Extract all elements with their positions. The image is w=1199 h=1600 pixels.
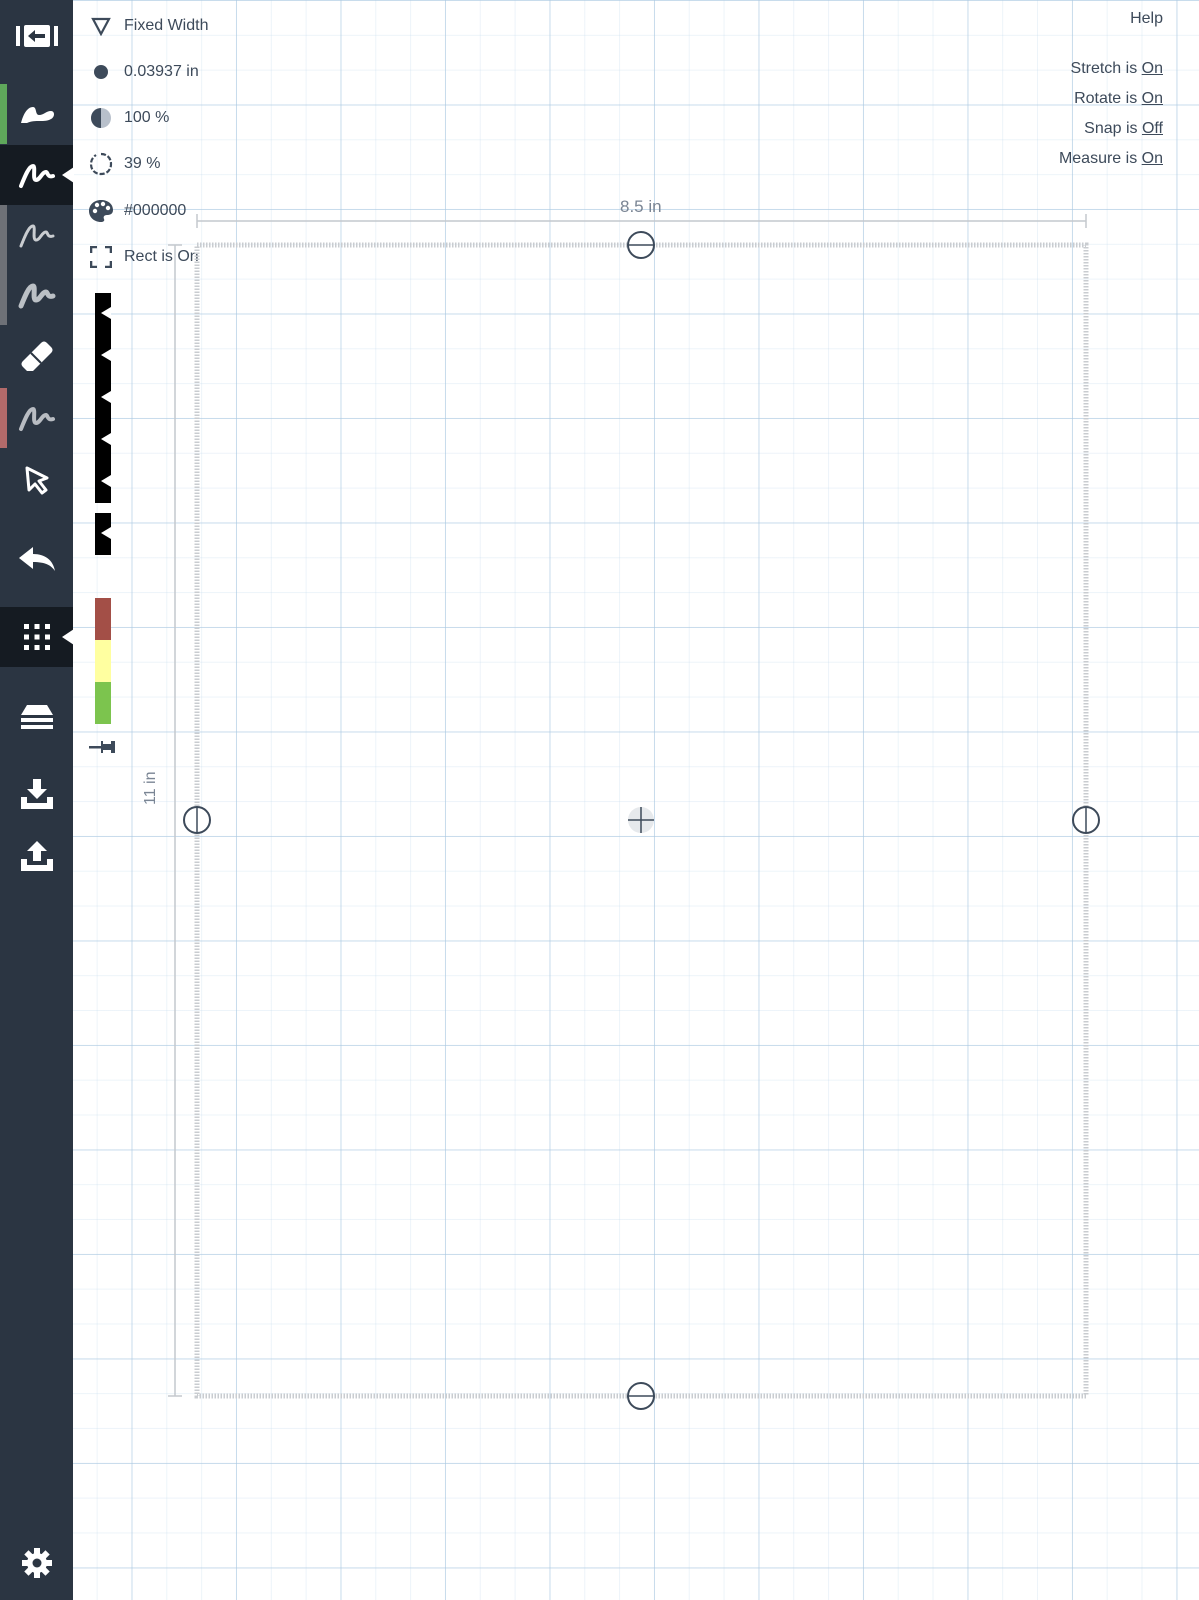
snap-toggle[interactable]: Snap is Off [1059,114,1163,144]
height-measure-line [168,244,182,1397]
color-swatch[interactable] [95,598,111,640]
color-hex-label: #000000 [124,202,187,219]
opacity-option[interactable]: 100 % [88,104,169,132]
grid-dots-icon [23,624,50,650]
rotate-label: Rotate is [1074,90,1142,107]
measure-toggle[interactable]: Measure is On [1059,144,1163,174]
marker-tool-icon [18,283,55,309]
stroke-width-option[interactable]: 0.03937 in [88,58,199,86]
color-option[interactable]: #000000 [88,197,186,225]
palette-icon [89,200,113,222]
brush-tool-button[interactable] [0,84,73,144]
size-preset-5[interactable] [95,461,111,503]
stretch-label: Stretch is [1070,60,1142,77]
measure-value[interactable]: On [1142,150,1163,167]
layers-icon [20,705,53,729]
bottom-resize-handle[interactable] [627,1382,655,1410]
pushpin-icon [89,741,115,753]
select-tool-button[interactable] [0,450,73,510]
undo-icon [18,547,55,571]
size-preset-6[interactable] [95,513,111,555]
top-resize-handle[interactable] [627,231,655,259]
right-resize-handle[interactable] [1072,806,1100,834]
pencil-tool-button[interactable] [0,205,73,265]
stretch-toggle[interactable]: Stretch is On [1059,54,1163,84]
download-icon [20,779,53,809]
snap-label: Snap is [1084,120,1142,137]
brush-stroke-icon [20,107,54,123]
undo-button[interactable] [0,530,73,590]
pen-tool-button[interactable] [0,145,74,205]
marker-tool-button[interactable] [0,265,73,325]
select-arrow-icon [25,466,48,495]
upload-icon [20,841,53,871]
page-canvas [168,214,1100,1410]
page-width-label: 8.5 in [620,197,662,216]
snap-value[interactable]: Off [1142,120,1163,137]
exit-icon [15,25,58,47]
width-mode-label: Fixed Width [124,17,209,34]
settings-gear-icon [21,1548,52,1578]
highlighter-tool-button[interactable] [0,388,73,448]
download-button[interactable] [0,764,73,824]
help-link[interactable]: Help [1059,10,1163,28]
pin-button[interactable] [89,738,119,761]
triangle-outline-icon [91,17,111,36]
tool-sidebar [0,0,74,1600]
stretch-value[interactable]: On [1142,60,1163,77]
half-circle-icon [91,108,111,128]
toggle-panel: Help Stretch is On Rotate is On Snap is … [1059,10,1163,174]
filled-circle-icon [94,65,108,79]
dashed-circle-icon [89,152,113,176]
stroke-width-label: 0.03937 in [124,63,199,80]
size-preset-1[interactable] [95,293,111,335]
color-swatch[interactable] [95,682,111,724]
size-preset-4[interactable] [95,419,111,461]
dashed-square-icon [90,246,112,268]
rect-label: Rect is On [124,248,199,265]
pen-tool-icon [18,163,55,188]
rotate-value[interactable]: On [1142,90,1163,107]
smoothing-label: 39 % [124,155,161,172]
rotate-toggle[interactable]: Rotate is On [1059,84,1163,114]
opacity-label: 100 % [124,109,170,126]
color-swatch[interactable] [95,640,111,682]
exit-button[interactable] [0,6,73,66]
pencil-tool-icon [19,224,54,248]
eraser-tool-button[interactable] [0,325,73,385]
width-mode-option[interactable]: Fixed Width [88,12,208,40]
measure-label: Measure is [1058,150,1142,167]
size-preset-3[interactable] [95,377,111,419]
layers-button[interactable] [0,686,73,746]
selected-caret-icon [62,167,74,183]
page-height-label: 11 in [142,771,159,805]
upload-button[interactable] [0,826,73,886]
size-preset-2[interactable] [95,335,111,377]
highlighter-tool-icon [18,406,55,431]
left-resize-handle[interactable] [183,806,211,834]
selected-caret-icon [62,629,74,645]
smoothing-option[interactable]: 39 % [88,150,160,178]
center-move-handle[interactable] [628,807,654,833]
eraser-icon [21,341,52,371]
grid-toggle-button[interactable] [0,607,74,667]
settings-button[interactable] [0,1533,73,1593]
rect-option[interactable]: Rect is On [88,243,199,271]
